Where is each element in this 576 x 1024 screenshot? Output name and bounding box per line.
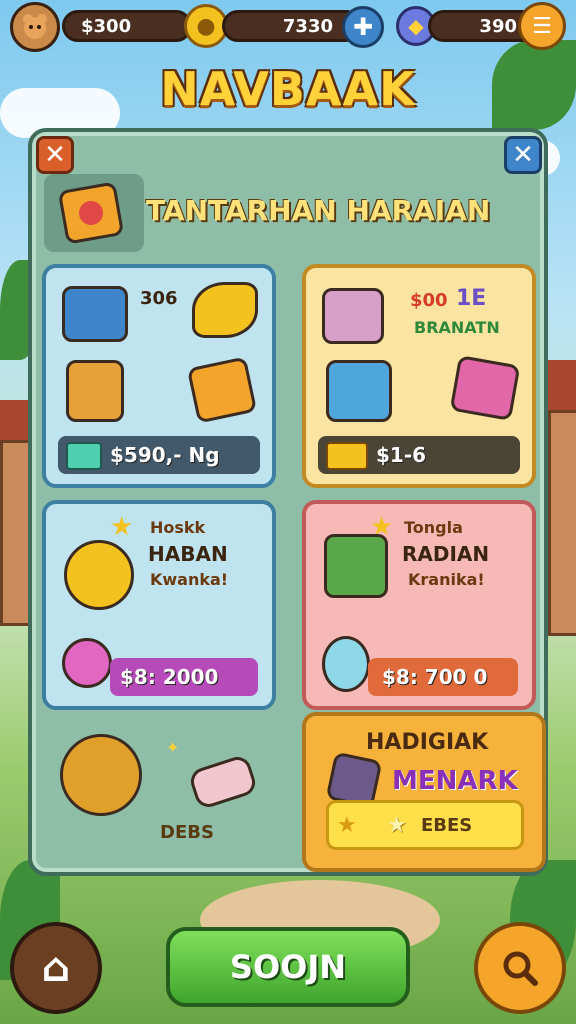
- star-icon: ★: [110, 512, 134, 542]
- card3-price: $8: 2000: [120, 665, 219, 689]
- card4-price: $8: 700 0: [382, 665, 488, 689]
- main-action-button[interactable]: SOOJN: [166, 927, 410, 1007]
- safe-icon: [62, 286, 128, 342]
- card6-button-label: EBES: [421, 814, 473, 836]
- card1-price: $590,- Ng: [110, 443, 220, 467]
- sparkle-icon: ✦: [166, 738, 180, 757]
- card2-price: $1-6: [376, 443, 427, 467]
- offer-card-1[interactable]: 306 $590,- Ng: [42, 264, 276, 488]
- search-icon[interactable]: [474, 922, 566, 1014]
- card4-line3: Kranika!: [408, 570, 485, 589]
- house-right: [548, 410, 576, 636]
- card2-label: BRANATN: [414, 318, 500, 337]
- currency-gems-value: 7330: [282, 15, 333, 37]
- flower-icon: [64, 540, 134, 610]
- star-icon: ★: [387, 812, 407, 838]
- currency-energy-value: 390: [479, 15, 517, 37]
- card6-line2: MENARK: [392, 766, 518, 796]
- card6-line1: HADIGIAK: [366, 730, 489, 755]
- treasure-box-icon: [57, 181, 125, 245]
- card1-price-bar: $590,- Ng: [58, 436, 260, 474]
- card3-line3: Kwanka!: [150, 570, 229, 589]
- key-icon: [192, 282, 258, 338]
- close-icon-right[interactable]: ✕: [504, 136, 542, 174]
- plus-icon[interactable]: ✚: [342, 6, 384, 48]
- scroll-icon: [187, 753, 259, 811]
- house-roof-right: [548, 360, 576, 410]
- gift-box-icon: [324, 534, 388, 598]
- egg-icon: [322, 636, 370, 692]
- offer-card-2[interactable]: $00 1E BRANATN $1-6: [302, 264, 536, 488]
- briefcase-icon: [322, 288, 384, 344]
- robot-bug-icon: [60, 734, 142, 816]
- gem-icon: [66, 442, 102, 470]
- card2-price-bar: $1-6: [318, 436, 520, 474]
- chest-icon: [186, 356, 258, 424]
- card4-line2: RADIAN: [402, 542, 490, 566]
- section-title: TANTARHAN HARAIAN: [146, 194, 491, 227]
- currency-coins-pill: $300: [62, 10, 192, 42]
- star-icon: ★: [337, 812, 357, 838]
- close-icon[interactable]: ✕: [36, 136, 74, 174]
- currency-gems-pill: 7330: [222, 10, 362, 42]
- offer-card-6[interactable]: HADIGIAK MENARK ★ ★ EBES: [302, 712, 546, 872]
- gold-bar-icon: [326, 442, 368, 470]
- toolbox-icon: [326, 360, 392, 422]
- card2-tag1: $00: [410, 290, 448, 311]
- bag-icon: [66, 360, 124, 422]
- card6-claim-button[interactable]: ★ ★ EBES: [326, 800, 524, 850]
- card4-price-bar: $8: 700 0: [368, 658, 518, 696]
- player-avatar[interactable]: [10, 2, 60, 52]
- card3-price-bar: $8: 2000: [110, 658, 258, 696]
- house-roof-left: [0, 400, 30, 440]
- card5-label: DEBS: [160, 822, 214, 843]
- offer-card-5[interactable]: ✦ DEBS: [42, 714, 276, 864]
- offer-card-3[interactable]: ★ Hoskk HABAN Kwanka! $8: 2000: [42, 500, 276, 710]
- card3-line2: HABAN: [148, 542, 228, 566]
- top-bar: $300 ● 7330 ✚ ◆ 390 ☰: [8, 2, 568, 52]
- card3-line1: Hoskk: [150, 518, 206, 537]
- currency-coins-value: $300: [81, 15, 132, 37]
- home-icon[interactable]: ⌂: [10, 922, 102, 1014]
- offer-card-4[interactable]: ★ Tongla RADIAN Kranika! $8: 700 0: [302, 500, 536, 710]
- tablet-icon: [449, 355, 521, 421]
- pot-icon: [62, 638, 112, 688]
- page-title: NAVBAAK: [160, 62, 416, 116]
- card2-tag2: 1E: [456, 286, 487, 311]
- menu-icon[interactable]: ☰: [518, 2, 566, 50]
- card1-tag: 306: [140, 288, 178, 309]
- card4-line1: Tongla: [404, 518, 463, 537]
